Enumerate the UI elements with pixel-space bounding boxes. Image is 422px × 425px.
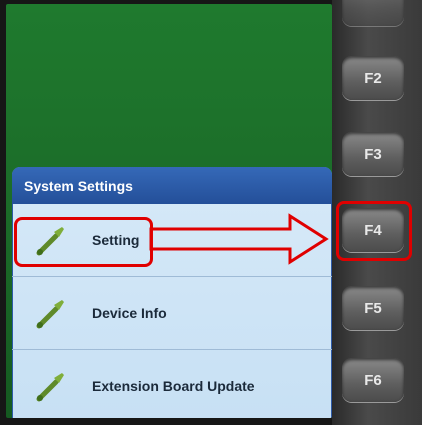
menu-item-setting[interactable]: Setting <box>12 204 332 277</box>
lcd-screen: System Settings Setting Device Info Exte… <box>6 4 332 418</box>
menu-item-label: Setting <box>92 232 140 248</box>
wrench-icon <box>36 373 64 402</box>
menu-item-label: Extension Board Update <box>92 378 255 394</box>
wrench-icon <box>36 300 64 329</box>
wrench-icon <box>36 227 64 256</box>
f2-key[interactable]: F2 <box>342 56 404 100</box>
f1-key-partial[interactable] <box>342 0 404 26</box>
f5-key[interactable]: F5 <box>342 286 404 330</box>
system-settings-menu: System Settings Setting Device Info Exte… <box>12 167 332 418</box>
menu-item-extension-board-update[interactable]: Extension Board Update <box>12 350 332 418</box>
function-keypad: F2 F3 F4 F5 F6 <box>332 0 422 425</box>
f6-key[interactable]: F6 <box>342 358 404 402</box>
f4-key[interactable]: F4 <box>342 208 404 252</box>
f3-key[interactable]: F3 <box>342 132 404 176</box>
menu-title: System Settings <box>12 167 332 204</box>
menu-item-device-info[interactable]: Device Info <box>12 277 332 350</box>
menu-item-label: Device Info <box>92 305 167 321</box>
